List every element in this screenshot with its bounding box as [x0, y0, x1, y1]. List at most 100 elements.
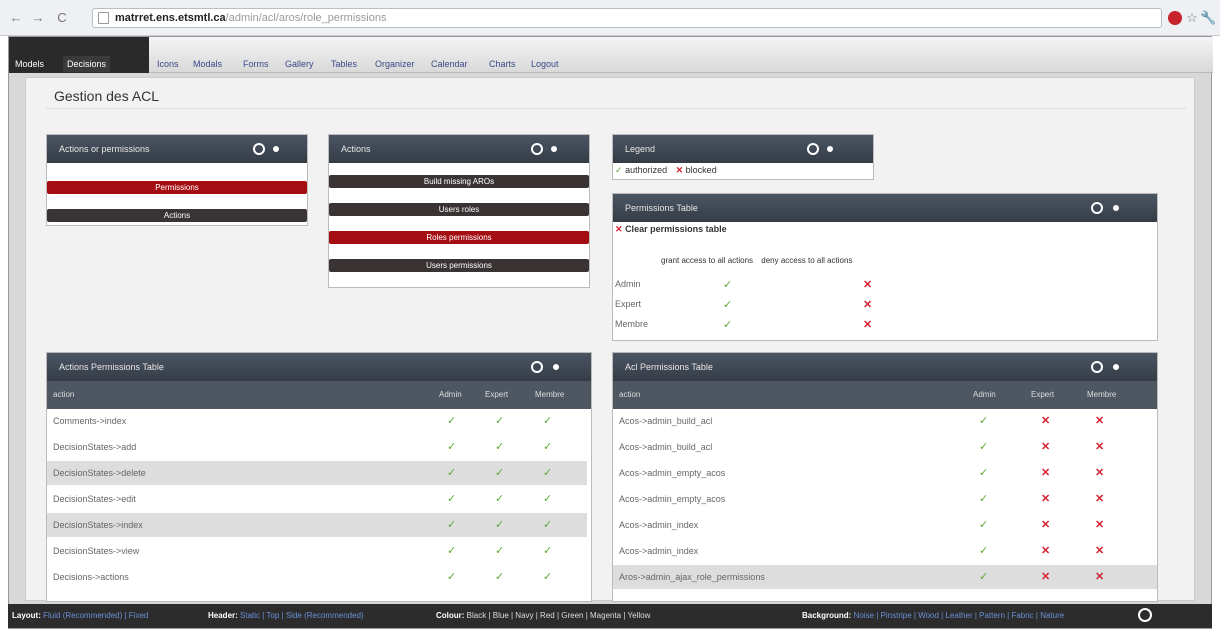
clear-permissions-link[interactable]: ✕ Clear permissions table [615, 224, 727, 235]
reload-icon[interactable]: C [54, 10, 70, 26]
cross-icon[interactable]: ✕ [1095, 565, 1104, 589]
menu-icons[interactable]: Icons [153, 56, 183, 72]
check-icon[interactable]: ✓ [495, 435, 504, 459]
check-icon[interactable]: ✓ [447, 409, 456, 433]
star-icon[interactable]: ☆ [1184, 10, 1200, 26]
cross-icon[interactable]: ✕ [1041, 539, 1050, 563]
role-name: Admin [615, 279, 641, 289]
check-icon[interactable]: ✓ [979, 487, 988, 511]
menu-calendar[interactable]: Calendar [427, 56, 472, 72]
menu-tables[interactable]: Tables [327, 56, 361, 72]
cross-icon[interactable]: ✕ [1095, 461, 1104, 485]
cross-icon[interactable]: ✕ [1041, 409, 1050, 433]
users-roles-button[interactable]: Users roles [329, 203, 589, 216]
check-icon[interactable]: ✓ [495, 487, 504, 511]
deny-all-icon[interactable]: ✕ [863, 278, 872, 291]
collapse-icon[interactable] [1091, 361, 1103, 373]
back-icon[interactable]: ← [8, 10, 24, 26]
col-admin: Admin [973, 390, 996, 399]
address-bar[interactable]: matrret.ens.etsmtl.ca/admin/acl/aros/rol… [92, 8, 1162, 28]
check-icon[interactable]: ✓ [495, 565, 504, 589]
cross-icon[interactable]: ✕ [1095, 513, 1104, 537]
menu-organizer[interactable]: Organizer [371, 56, 419, 72]
gear-icon[interactable] [273, 146, 279, 152]
check-icon[interactable]: ✓ [447, 435, 456, 459]
check-icon[interactable]: ✓ [447, 461, 456, 485]
check-icon[interactable]: ✓ [447, 565, 456, 589]
check-icon[interactable]: ✓ [979, 539, 988, 563]
check-icon[interactable]: ✓ [495, 461, 504, 485]
header-options[interactable]: Static | Top | Side (Recommended) [240, 611, 364, 620]
check-icon[interactable]: ✓ [543, 513, 552, 537]
table-row: DecisionStates->index ✓ ✓ ✓ [47, 513, 587, 537]
layout-label: Layout: [12, 611, 41, 620]
check-icon[interactable]: ✓ [543, 461, 552, 485]
grant-all-icon[interactable]: ✓ [723, 318, 732, 331]
layout-options[interactable]: Fluid (Recommended) | Fixed [43, 611, 148, 620]
forward-icon[interactable]: → [30, 10, 46, 26]
menu-logout[interactable]: Logout [527, 56, 563, 72]
gear-icon[interactable] [1113, 364, 1119, 370]
check-icon[interactable]: ✓ [543, 409, 552, 433]
deny-all-icon[interactable]: ✕ [863, 298, 872, 311]
deny-all-icon[interactable]: ✕ [863, 318, 872, 331]
collapse-icon[interactable] [253, 143, 265, 155]
row-action-name: Acos->admin_empty_acos [619, 494, 726, 504]
collapse-icon[interactable] [807, 143, 819, 155]
menu-models[interactable]: Models [11, 56, 48, 72]
close-icon[interactable] [1138, 608, 1152, 622]
collapse-icon[interactable] [1091, 202, 1103, 214]
check-icon[interactable]: ✓ [447, 487, 456, 511]
gear-icon[interactable] [827, 146, 833, 152]
check-icon[interactable]: ✓ [447, 539, 456, 563]
cross-icon[interactable]: ✕ [1095, 487, 1104, 511]
table-row: DecisionStates->add ✓ ✓ ✓ [47, 435, 587, 459]
cross-icon[interactable]: ✕ [1095, 539, 1104, 563]
cross-icon[interactable]: ✕ [1041, 565, 1050, 589]
wrench-icon[interactable]: 🔧 [1200, 10, 1216, 26]
actions-button[interactable]: Actions [47, 209, 307, 222]
row-action-name: DecisionStates->delete [53, 468, 146, 478]
gear-icon[interactable] [553, 364, 559, 370]
check-icon[interactable]: ✓ [543, 435, 552, 459]
check-icon[interactable]: ✓ [979, 565, 988, 589]
cross-icon[interactable]: ✕ [1041, 513, 1050, 537]
colour-options[interactable]: Black | Blue | Navy | Red | Green | Mage… [467, 611, 651, 620]
collapse-icon[interactable] [531, 143, 543, 155]
menu-charts[interactable]: Charts [485, 56, 520, 72]
row-action-name: Acos->admin_build_acl [619, 442, 713, 452]
grant-all-icon[interactable]: ✓ [723, 278, 732, 291]
check-icon[interactable]: ✓ [495, 513, 504, 537]
menu-modals[interactable]: Modals [189, 56, 226, 72]
check-icon[interactable]: ✓ [979, 435, 988, 459]
check-icon[interactable]: ✓ [495, 409, 504, 433]
cross-icon[interactable]: ✕ [1095, 409, 1104, 433]
cross-icon[interactable]: ✕ [1041, 487, 1050, 511]
check-icon[interactable]: ✓ [979, 461, 988, 485]
check-icon[interactable]: ✓ [495, 539, 504, 563]
check-icon[interactable]: ✓ [543, 487, 552, 511]
check-icon[interactable]: ✓ [543, 565, 552, 589]
widget-actions-or-permissions: Actions or permissions Permissions Actio… [46, 134, 308, 226]
cross-icon[interactable]: ✕ [1041, 461, 1050, 485]
cross-icon[interactable]: ✕ [1095, 435, 1104, 459]
cross-icon[interactable]: ✕ [1041, 435, 1050, 459]
menu-forms[interactable]: Forms [239, 56, 273, 72]
check-icon[interactable]: ✓ [447, 513, 456, 537]
check-icon[interactable]: ✓ [979, 513, 988, 537]
roles-permissions-button[interactable]: Roles permissions [329, 231, 589, 244]
gear-icon[interactable] [1113, 205, 1119, 211]
menu-decisions[interactable]: Decisions [63, 56, 111, 72]
block-icon[interactable] [1168, 11, 1182, 25]
collapse-icon[interactable] [531, 361, 543, 373]
permissions-button[interactable]: Permissions [47, 181, 307, 194]
build-missing-aros-button[interactable]: Build missing AROs [329, 175, 589, 188]
gear-icon[interactable] [551, 146, 557, 152]
grant-all-icon[interactable]: ✓ [723, 298, 732, 311]
background-options[interactable]: Noise | Pinstripe | Wood | Leather | Pat… [854, 611, 1065, 620]
check-icon[interactable]: ✓ [543, 539, 552, 563]
menu-gallery[interactable]: Gallery [281, 56, 318, 72]
browser-toolbar: ← → C matrret.ens.etsmtl.ca/admin/acl/ar… [0, 0, 1220, 36]
users-permissions-button[interactable]: Users permissions [329, 259, 589, 272]
check-icon[interactable]: ✓ [979, 409, 988, 433]
